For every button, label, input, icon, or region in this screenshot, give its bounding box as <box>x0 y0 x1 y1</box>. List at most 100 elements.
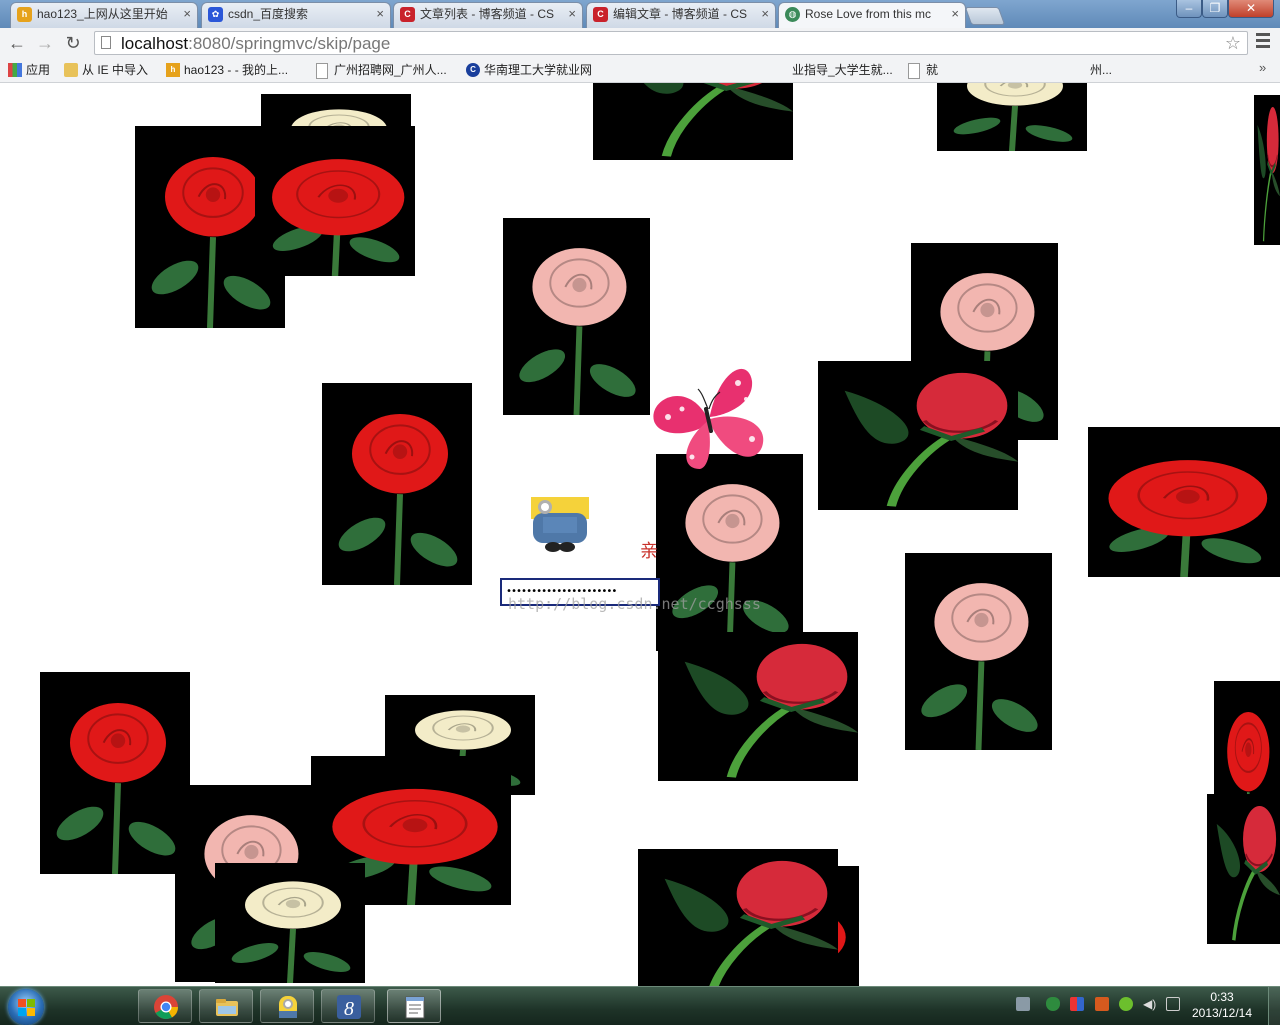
eclipse-8-icon: 8 <box>337 995 361 1020</box>
bookmark-gz-jobs[interactable]: 广州招聘网_广州人... <box>316 61 447 79</box>
system-clock[interactable]: 0:33 2013/12/14 <box>1190 989 1254 1021</box>
browser-toolbar: ← → ↻ localhost:8080/springmvc/skip/page… <box>0 28 1280 59</box>
tab-title: 编辑文章 - 博客频道 - CS <box>613 7 747 21</box>
url-host: localhost <box>121 34 189 53</box>
bookmark-scut[interactable]: C 华南理工大学就业网 <box>466 61 592 79</box>
taskbar-eclipse[interactable]: 8 <box>321 989 375 1023</box>
rose-icon <box>272 159 405 276</box>
watermark-text: http://blog.csdn.net/ccghsss <box>508 595 761 613</box>
close-icon[interactable]: × <box>951 3 959 25</box>
rose-image <box>656 454 803 651</box>
apps-grid-icon <box>8 63 22 77</box>
bookmark-label: 华南理工大学就业网 <box>484 63 593 77</box>
close-icon[interactable]: × <box>568 3 576 25</box>
rose-image <box>503 218 650 415</box>
rose-icon <box>953 83 1073 151</box>
back-arrow-icon[interactable]: ← <box>6 32 28 54</box>
show-desktop-button[interactable] <box>1268 987 1280 1025</box>
rose-image <box>215 863 365 983</box>
taskbar-minion-app[interactable] <box>260 989 314 1023</box>
rose-image <box>322 383 472 585</box>
rose-image <box>638 849 838 986</box>
scut-icon: C <box>466 63 480 77</box>
bookmark-apps[interactable]: 应用 <box>8 61 50 79</box>
bookmark-label: 广州招聘网_广州人... <box>334 63 447 77</box>
reload-icon[interactable]: ↻ <box>62 32 84 54</box>
maximize-button[interactable]: ❐ <box>1202 0 1228 18</box>
rose-icon <box>519 248 636 415</box>
windows-taskbar: 8 ◀) 0:33 2013/12/14 <box>0 986 1280 1025</box>
notepad-icon <box>405 996 425 1019</box>
network-icon[interactable] <box>1166 997 1180 1011</box>
minimize-button[interactable]: ‒ <box>1176 0 1202 18</box>
bookmark-label: 应用 <box>26 63 51 77</box>
bookmark-career[interactable]: 业指导_大学生就... <box>774 61 893 79</box>
bookmark-label: 从 IE 中导入 <box>82 63 149 77</box>
rose-icon <box>684 643 858 778</box>
tab-rose-love[interactable]: ◍ Rose Love from this mc × <box>778 2 966 28</box>
clock-date: 2013/12/14 <box>1191 1006 1253 1020</box>
user-tray-icon[interactable] <box>1095 997 1109 1011</box>
volume-icon[interactable]: ◀) <box>1143 997 1157 1011</box>
tab-csdn-list[interactable]: C 文章列表 - 博客频道 - CS × <box>393 2 583 28</box>
rose-image <box>937 83 1087 151</box>
close-icon[interactable]: × <box>761 3 769 25</box>
bookmark-import-ie[interactable]: 从 IE 中导入 <box>64 61 148 79</box>
start-button[interactable] <box>8 989 44 1025</box>
explorer-folder-icon <box>216 999 238 1016</box>
tab-hao123[interactable]: h hao123_上网从这里开始 × <box>10 2 198 28</box>
minion-icon <box>279 996 297 1018</box>
svg-text:8: 8 <box>344 998 354 1020</box>
page-icon <box>101 36 111 49</box>
chevron-more-icon[interactable]: » <box>1259 60 1266 75</box>
tab-title: Rose Love from this mc <box>805 7 932 21</box>
bookmark-star-icon[interactable]: ☆ <box>1225 32 1241 54</box>
chrome-globe-icon: ◍ <box>785 7 800 22</box>
rose-icon <box>1216 806 1280 941</box>
rose-icon <box>1257 107 1280 242</box>
rose-image <box>658 632 858 781</box>
url-text[interactable]: localhost:8080/springmvc/skip/page <box>121 34 390 54</box>
hao123-icon: h <box>166 63 180 77</box>
forward-arrow-icon[interactable]: → <box>34 32 56 54</box>
rose-icon <box>672 484 789 651</box>
display-icon[interactable] <box>1070 997 1084 1011</box>
taskbar-chrome[interactable] <box>138 989 192 1023</box>
rose-icon <box>338 413 458 585</box>
taskbar-explorer[interactable] <box>199 989 253 1023</box>
bookmark-jiu[interactable]: 就 <box>908 61 938 79</box>
tab-baidu[interactable]: ✿ csdn_百度搜索 × <box>201 2 391 28</box>
baidu-paw-icon: ✿ <box>208 7 223 22</box>
page-icon <box>908 63 920 79</box>
chrome-menu-icon[interactable] <box>1256 33 1270 51</box>
tab-csdn-edit[interactable]: C 编辑文章 - 博客频道 - CS × <box>586 2 776 28</box>
close-icon[interactable]: × <box>183 3 191 25</box>
bookmark-hao123[interactable]: h hao123 - - 我的上... <box>166 61 288 79</box>
love-text: 亲 <box>640 541 658 562</box>
rose-image <box>1254 95 1280 245</box>
hao123-icon: h <box>17 7 32 22</box>
close-window-button[interactable]: ✕ <box>1228 0 1274 18</box>
taskbar-notepad[interactable] <box>387 989 441 1023</box>
rose-image <box>40 672 190 874</box>
plus-tray-icon[interactable] <box>1119 997 1133 1011</box>
tab-title: hao123_上网从这里开始 <box>37 7 168 21</box>
rose-icon <box>1108 460 1268 577</box>
security-shield-icon[interactable] <box>1046 997 1060 1011</box>
tab-title: csdn_百度搜索 <box>228 7 309 21</box>
rose-image <box>593 83 793 160</box>
rose-icon <box>844 372 1018 507</box>
bookmark-label: 州... <box>1090 63 1113 77</box>
url-path: :8080/springmvc/skip/page <box>188 34 391 53</box>
rose-image <box>255 126 415 276</box>
rose-image <box>818 361 1018 510</box>
bookmark-zhou[interactable]: 州... <box>1070 61 1112 79</box>
bookmark-label: 就 <box>926 63 939 77</box>
rose-icon <box>664 860 838 986</box>
close-icon[interactable]: × <box>376 3 384 25</box>
minion-icon <box>531 497 589 552</box>
address-bar[interactable]: localhost:8080/springmvc/skip/page ☆ <box>94 31 1248 55</box>
bookmarks-bar: 应用 从 IE 中导入 h hao123 - - 我的上... 广州招聘网_广州… <box>0 58 1280 83</box>
new-tab-button[interactable] <box>964 7 1006 25</box>
keyboard-icon[interactable] <box>1016 997 1030 1011</box>
